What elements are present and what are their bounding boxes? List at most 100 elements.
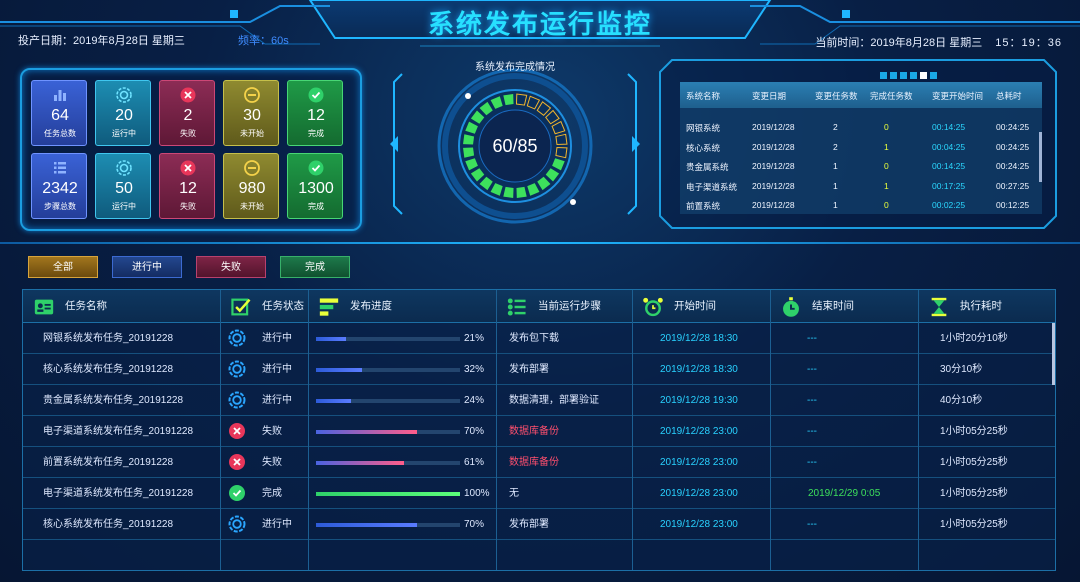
task-status-text: 失败 xyxy=(262,457,282,468)
stat-label: 运行中 xyxy=(112,202,136,211)
column-header-1[interactable]: 任务状态 xyxy=(220,290,308,323)
list-icon xyxy=(51,159,69,177)
task-name: 网银系统发布任务_20191228 xyxy=(43,333,174,344)
deploy-date-text: 投产日期：2019年8月28日 星期三 xyxy=(18,35,185,47)
column-header-5[interactable]: 结束时间 xyxy=(770,290,918,323)
stat-card-4[interactable]: 12 完成 xyxy=(287,80,343,146)
end-time: 2019/12/29 0:05 xyxy=(808,488,881,499)
current-step: 数据库备份 xyxy=(509,457,559,468)
stat-card-9[interactable]: 1300 完成 xyxy=(287,153,343,219)
mini-table-row[interactable]: 贵金属系统 2019/12/28 1 0 00:14:25 00:24:25 xyxy=(680,157,1042,175)
page-dot[interactable] xyxy=(880,72,887,79)
start-time: 2019/12/28 23:00 xyxy=(660,457,738,468)
column-header-label: 结束时间 xyxy=(812,300,854,312)
column-header-6[interactable]: 执行耗时 xyxy=(918,290,1055,323)
stat-card-0[interactable]: 64 任务总数 xyxy=(31,80,87,146)
alarm-clock-icon xyxy=(642,296,664,318)
status-running-icon xyxy=(228,391,246,409)
stat-label: 完成 xyxy=(308,202,324,211)
column-divider xyxy=(496,290,497,570)
mini-table-row[interactable]: 核心系统 2019/12/28 2 1 00:04:25 00:24:25 xyxy=(680,138,1042,156)
task-name: 核心系统发布任务_20191228 xyxy=(43,519,174,530)
stat-card-2[interactable]: 2 失败 xyxy=(159,80,215,146)
task-row[interactable]: 核心系统发布任务_20191228 进行中 70% 发布部署 2019/12/28 23… xyxy=(23,509,1055,540)
mini-cell: 00:04:25 xyxy=(932,141,966,152)
task-row[interactable]: 电子渠道系统发布任务_20191228 完成 100% 无 2019/12/28 23:… xyxy=(23,478,1055,509)
stat-value: 1300 xyxy=(298,180,334,197)
stat-card-8[interactable]: 980 未开始 xyxy=(223,153,279,219)
column-header-2[interactable]: 发布进度 xyxy=(308,290,496,323)
stat-value: 980 xyxy=(238,180,266,197)
task-card-icon xyxy=(33,296,55,318)
filter-running-button[interactable]: 进行中 xyxy=(112,256,182,278)
mini-cell: 00:24:25 xyxy=(996,141,1030,152)
mini-header-cell: 总耗时 xyxy=(996,91,1022,101)
task-row[interactable]: 核心系统发布任务_20191228 进行中 32% 发布部署 2019/12/28 18… xyxy=(23,354,1055,385)
column-header-4[interactable]: 开始时间 xyxy=(632,290,770,323)
progress-fill xyxy=(316,461,404,465)
page-dot[interactable] xyxy=(930,72,937,79)
progress-percent: 24% xyxy=(464,395,485,406)
page-dot[interactable] xyxy=(920,72,927,79)
stat-card-7[interactable]: 12 失败 xyxy=(159,153,215,219)
header-bar: 系统发布运行监控 投产日期：2019年8月28日 星期三 频率：60s 当前时间… xyxy=(0,0,1080,58)
task-table: 任务名称 任务状态 发布进度 当前运行步骤 开始时间 结束时间 执行耗时 网银系统发布任务_… xyxy=(22,289,1056,571)
column-header-3[interactable]: 当前运行步骤 xyxy=(496,290,632,323)
task-name: 前置系统发布任务_20191228 xyxy=(43,457,174,468)
progress-percent: 70% xyxy=(464,519,485,530)
mini-cell: 2 xyxy=(833,122,838,132)
filter-all-button[interactable]: 全部 xyxy=(28,256,98,278)
task-progress-cell: 61% xyxy=(308,447,496,478)
refresh-frequency: 频率：60s xyxy=(237,35,289,47)
stat-label: 未开始 xyxy=(240,129,264,138)
duration: 1小时05分25秒 xyxy=(940,488,1008,499)
stat-value: 20 xyxy=(115,107,133,124)
mini-table-row[interactable]: 前置系统 2019/12/28 1 0 00:02:25 00:12:25 xyxy=(680,196,1042,214)
mini-cell: 1 xyxy=(833,180,838,191)
current-step: 无 xyxy=(509,488,519,499)
task-row[interactable]: 网银系统发布任务_20191228 进行中 21% 发布包下载 2019/12/28 1… xyxy=(23,323,1055,354)
mini-cell: 2019/12/28 xyxy=(752,122,795,132)
column-header-0[interactable]: 任务名称 xyxy=(23,290,220,323)
current-step: 数据清理，部署验证 xyxy=(509,395,599,406)
bar-chart-icon xyxy=(51,86,69,104)
mini-table-row[interactable]: 网银系统 2019/12/28 2 0 00:14:25 00:24:25 xyxy=(680,118,1042,136)
task-name: 核心系统发布任务_20191228 xyxy=(43,364,174,375)
progress-track xyxy=(316,523,460,527)
column-header-label: 任务名称 xyxy=(65,300,107,312)
column-header-label: 任务状态 xyxy=(262,300,304,312)
page-dot[interactable] xyxy=(890,72,897,79)
column-divider xyxy=(918,290,919,570)
page-dot[interactable] xyxy=(910,72,917,79)
task-table-scrollbar[interactable] xyxy=(1052,323,1055,385)
system-change-scrollbar[interactable] xyxy=(1039,132,1042,182)
running-gear-icon xyxy=(115,86,133,104)
task-row[interactable]: 贵金属系统发布任务_20191228 进行中 24% 数据清理，部署验证 2019/12… xyxy=(23,385,1055,416)
task-status-text: 进行中 xyxy=(262,519,292,530)
system-change-table-body: 网银系统 2019/12/28 2 0 00:14:25 00:24:25 核心系统 2019… xyxy=(680,108,1042,214)
progress-track xyxy=(316,368,460,372)
task-row[interactable]: 前置系统发布任务_20191228 失败 61% 数据库备份 2019/12/28 23… xyxy=(23,447,1055,478)
column-header-label: 发布进度 xyxy=(350,300,392,312)
stat-card-3[interactable]: 30 未开始 xyxy=(223,80,279,146)
column-header-label: 执行耗时 xyxy=(960,300,1002,312)
gauge-value: 60/85 xyxy=(492,136,538,156)
mini-cell: 1 xyxy=(833,161,838,171)
column-divider xyxy=(308,290,309,570)
stat-value: 30 xyxy=(243,107,261,124)
progress-percent: 32% xyxy=(464,364,485,375)
mini-table-row[interactable]: 电子渠道系统 2019/12/28 1 1 00:17:25 00:27:25 xyxy=(680,177,1042,195)
filter-done-button[interactable]: 完成 xyxy=(280,256,350,278)
page-dot[interactable] xyxy=(900,72,907,79)
fail-x-icon xyxy=(179,86,197,104)
stat-card-1[interactable]: 20 运行中 xyxy=(95,80,151,146)
stat-card-5[interactable]: 2342 步骤总数 xyxy=(31,153,87,219)
progress-track xyxy=(316,430,460,434)
stat-value: 12 xyxy=(307,107,325,124)
mini-cell: 0 xyxy=(884,122,889,132)
task-status-text: 进行中 xyxy=(262,333,292,344)
task-row[interactable]: 电子渠道系统发布任务_20191228 失败 70% 数据库备份 2019/12/28 … xyxy=(23,416,1055,447)
mini-cell: 1 xyxy=(833,200,838,210)
filter-failed-button[interactable]: 失败 xyxy=(196,256,266,278)
stat-card-6[interactable]: 50 运行中 xyxy=(95,153,151,219)
